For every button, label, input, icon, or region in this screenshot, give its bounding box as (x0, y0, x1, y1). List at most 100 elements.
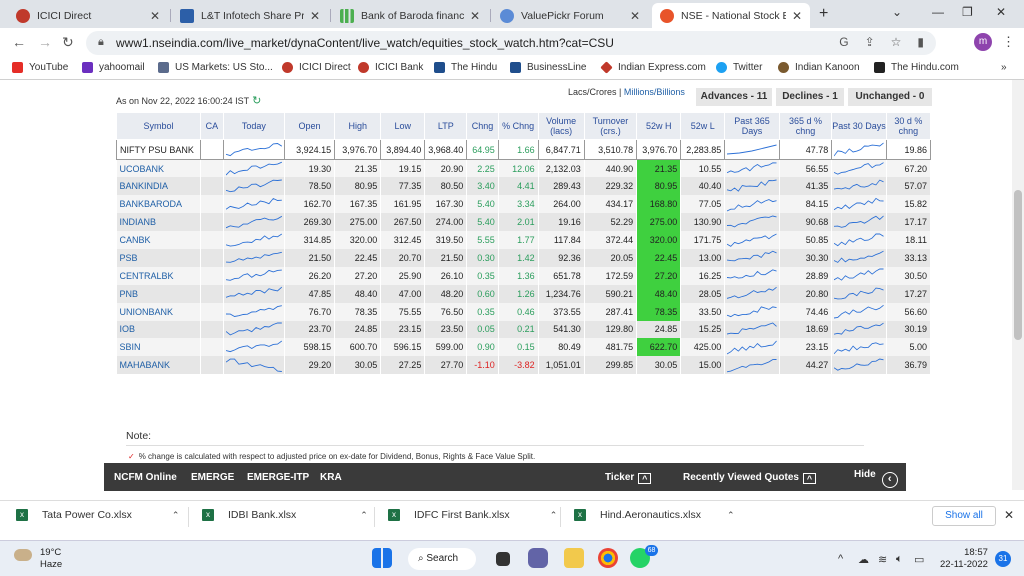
bookmark-youtube[interactable]: YouTube (12, 62, 68, 73)
wifi-icon[interactable]: ≋ (878, 553, 887, 566)
tab-lt-infotech[interactable]: L&T Infotech Share Price... ✕ (172, 3, 328, 28)
kra-link[interactable]: KRA (320, 472, 342, 483)
chevron-up-icon[interactable]: ⌃ (727, 510, 735, 521)
tab-nse[interactable]: NSE - National Stock Exch... ✕ (652, 3, 810, 28)
show-all-button[interactable]: Show all (932, 506, 996, 526)
taskbar-search[interactable]: ⌕ Search (408, 548, 476, 570)
chevron-up-icon[interactable]: ⌃ (360, 510, 368, 521)
ncfm-online-link[interactable]: NCFM Online (114, 472, 177, 483)
volume-icon[interactable]: 🔈︎ (896, 553, 903, 566)
chevron-up-icon[interactable]: ⌃ (550, 510, 558, 521)
bookmark-icici-direct[interactable]: ICICI Direct (282, 62, 351, 73)
close-icon[interactable]: ✕ (150, 9, 160, 23)
column-header[interactable]: Symbol (116, 112, 201, 140)
close-icon[interactable]: ✕ (310, 9, 320, 23)
hide-toggle[interactable]: Hide ‹ (854, 469, 898, 488)
url-text[interactable]: www1.nseindia.com/live_market/dynaConten… (116, 36, 614, 50)
windows-start-icon[interactable] (372, 548, 392, 568)
refresh-icon[interactable]: ↻ (252, 95, 261, 107)
google-translate-icon[interactable]: G (839, 35, 848, 49)
share-icon[interactable]: ⇪ (865, 35, 875, 49)
weather-widget[interactable]: 19°C Haze (14, 547, 62, 571)
menu-icon[interactable]: ⋮ (1002, 34, 1015, 50)
chrome-icon[interactable] (598, 548, 618, 568)
bookmark-the-hindu[interactable]: The Hindu (434, 62, 497, 73)
bookmark-yahoomail[interactable]: yahoomail (82, 62, 145, 73)
battery-icon[interactable]: ▭ (914, 553, 924, 566)
bookmark-indian-kanoon[interactable]: Indian Kanoon (778, 62, 860, 73)
teams-chat-icon[interactable] (528, 548, 548, 568)
reload-button[interactable]: ↻ (62, 34, 74, 51)
column-header[interactable]: 30 d % chng (885, 112, 932, 140)
bookmark-star-icon[interactable]: ☆ (891, 35, 902, 49)
emerge-link[interactable]: EMERGE (191, 472, 234, 483)
column-header[interactable]: High (334, 112, 382, 140)
column-header[interactable]: Open (283, 112, 336, 140)
notification-center-badge[interactable]: 31 (995, 551, 1011, 567)
bookmark-icici-bank[interactable]: ICICI Bank (358, 62, 423, 73)
symbol-cell[interactable]: CENTRALBK (116, 266, 201, 285)
close-icon[interactable]: ✕ (792, 9, 802, 23)
column-header[interactable]: Chng (466, 112, 499, 140)
bookmarks-overflow-button[interactable]: » (1001, 62, 1007, 73)
chevron-up-icon[interactable]: ⌃ (172, 510, 180, 521)
column-header[interactable]: Turnover (crs.) (583, 112, 638, 140)
vertical-scrollbar[interactable] (1012, 80, 1024, 490)
bookmark-indian-express[interactable]: Indian Express.com (600, 61, 706, 74)
close-icon[interactable]: ✕ (470, 9, 480, 23)
clock[interactable]: 18:57 22-11-2022 (940, 547, 988, 571)
column-header[interactable]: Past 365 Days (724, 112, 780, 140)
symbol-cell[interactable]: INDIANB (116, 213, 201, 232)
symbol-cell[interactable]: PSB (116, 248, 201, 267)
column-header[interactable]: Low (380, 112, 426, 140)
file-explorer-icon[interactable] (564, 548, 584, 568)
chevron-up-icon[interactable]: ^ (838, 553, 843, 565)
window-close-button[interactable]: ✕ (996, 5, 1006, 19)
close-icon[interactable]: ✕ (630, 9, 640, 23)
chevron-down-icon[interactable]: ⌄ (892, 5, 902, 19)
emerge-itp-link[interactable]: EMERGE-ITP (247, 472, 309, 483)
bookmark-twitter[interactable]: Twitter (716, 62, 762, 73)
download-item[interactable]: x Hind.Aeronautics.xlsx ⌃ (574, 509, 735, 521)
tab-bank-of-baroda[interactable]: Bank of Baroda financial r... ✕ (332, 3, 488, 28)
bookmark-businessline[interactable]: BusinessLine (510, 62, 586, 73)
forward-button[interactable]: → (38, 34, 52, 50)
symbol-cell[interactable]: SBIN (116, 338, 201, 357)
units-millions-billions[interactable]: Millions/Billions (624, 87, 685, 97)
task-view-icon[interactable] (496, 552, 510, 566)
scrollbar-thumb[interactable] (1014, 190, 1022, 340)
column-header[interactable]: 365 d % chng (778, 112, 833, 140)
symbol-cell[interactable]: MAHABANK (116, 356, 201, 375)
column-header[interactable]: 52w L (680, 112, 726, 140)
column-header[interactable]: % Chng (497, 112, 539, 140)
symbol-cell[interactable]: BANKINDIA (116, 177, 201, 196)
column-header[interactable]: CA (199, 112, 224, 140)
tab-icici-direct[interactable]: ICICI Direct ✕ (8, 3, 168, 28)
symbol-cell[interactable]: BANKBARODA (116, 195, 201, 214)
tab-valuepickr[interactable]: ValuePickr Forum ✕ (492, 3, 648, 28)
profile-avatar[interactable]: m (974, 33, 992, 51)
column-header[interactable]: Volume (lacs) (537, 112, 585, 140)
onedrive-icon[interactable]: ☁ (858, 553, 869, 566)
column-header[interactable]: 52w H (636, 112, 682, 140)
download-item[interactable]: x IDBI Bank.xlsx ⌃ (202, 509, 368, 521)
symbol-cell[interactable]: UCOBANK (116, 159, 201, 178)
back-button[interactable]: ← (12, 34, 26, 50)
new-tab-button[interactable]: + (819, 5, 828, 23)
download-item[interactable]: x IDFC First Bank.xlsx ⌃ (388, 509, 557, 521)
sidepanel-icon[interactable]: ▮ (917, 35, 924, 49)
column-header[interactable]: Today (222, 112, 285, 140)
bookmark-us-markets[interactable]: US Markets: US Sto... (158, 62, 273, 73)
symbol-cell[interactable]: IOB (116, 320, 201, 339)
units-lacs-crores[interactable]: Lacs/Crores (568, 87, 617, 97)
lock-icon[interactable]: 🔒︎ (98, 36, 104, 49)
recently-viewed-toggle[interactable]: Recently Viewed Quotes ^ (683, 472, 816, 484)
symbol-cell[interactable]: UNIONBANK (116, 302, 201, 321)
column-header[interactable]: LTP (424, 112, 468, 140)
download-item[interactable]: x Tata Power Co.xlsx ⌃ (16, 509, 179, 521)
column-header[interactable]: Past 30 Days (831, 112, 887, 140)
restore-button[interactable]: ❐ (962, 5, 973, 19)
close-icon[interactable]: ✕ (1004, 508, 1014, 522)
address-bar[interactable]: 🔒︎ www1.nseindia.com/live_market/dynaCon… (86, 31, 936, 55)
symbol-cell[interactable]: CANBK (116, 231, 201, 249)
